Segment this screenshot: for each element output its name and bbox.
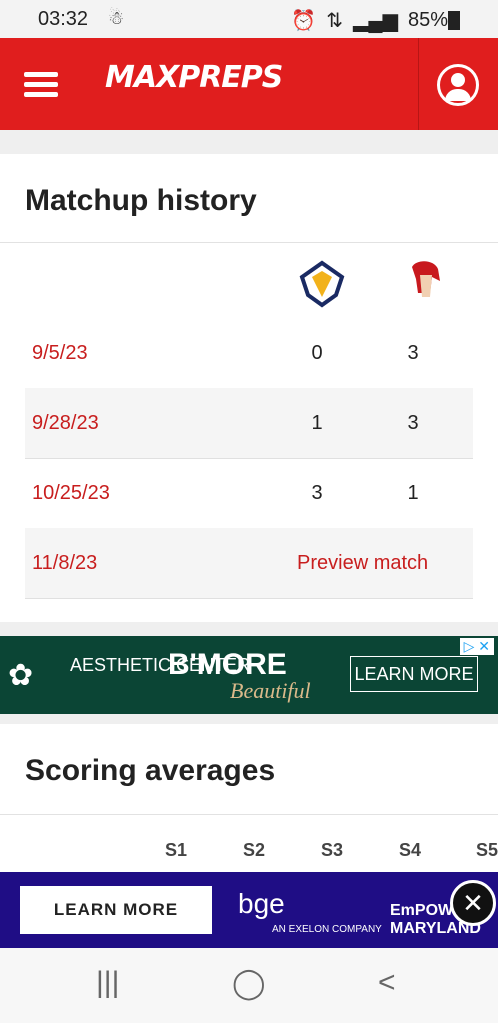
top-header: MAXPREPS (0, 38, 498, 130)
bge-logo: bge (238, 888, 285, 919)
scoring-title: Scoring averages (25, 754, 276, 787)
matchup-title: Matchup history (25, 184, 257, 217)
team2-score: 3 (407, 342, 419, 364)
eagle-logo-icon (299, 260, 345, 308)
column-header: S1 (165, 840, 188, 860)
status-time: 03:32 (38, 8, 89, 30)
trojan-logo-icon (412, 261, 440, 297)
matchup-history-card: Matchup history 9/5/23 0 3 9/28/23 1 3 1… (0, 154, 498, 622)
notification-icon: ☃ (108, 8, 125, 28)
table-row[interactable]: 9/5/23 0 3 (25, 318, 473, 389)
status-bar: 03:32 ☃ ⏰ ⇅ ▂▄▆ 85% (0, 0, 498, 38)
scoring-averages-card: Scoring averages S1 S2 S3 S4 S5 (0, 724, 498, 872)
ad-beautiful-text: Beautiful (230, 678, 311, 703)
match-date-link[interactable]: 11/8/23 (32, 552, 97, 575)
table-row[interactable]: 9/28/23 1 3 (25, 388, 473, 459)
menu-icon[interactable] (24, 72, 58, 98)
column-header: S2 (243, 840, 266, 860)
preview-match-link[interactable]: Preview match (297, 552, 428, 575)
battery-text: 85% (407, 9, 448, 31)
column-header: S5 (476, 840, 498, 860)
account-icon[interactable] (437, 64, 479, 106)
maxpreps-logo[interactable]: MAXPREPS (105, 60, 283, 95)
team1-score: 1 (311, 412, 323, 434)
alarm-icon: ⏰ (291, 10, 317, 32)
back-icon[interactable]: < (378, 966, 396, 1000)
android-nav-bar: ||| ◯ < (0, 948, 498, 1023)
match-date-link[interactable]: 10/25/23 (32, 482, 110, 505)
signal-icon: ▂▄▆ (353, 10, 398, 32)
divider (0, 814, 498, 815)
recents-icon[interactable]: ||| (96, 966, 119, 1000)
data-icon: ⇅ (326, 10, 344, 32)
header-divider (418, 38, 419, 130)
team1-score: 0 (311, 342, 323, 364)
close-icon[interactable]: ✕ (450, 880, 496, 926)
team2-score: 1 (407, 482, 419, 504)
home-icon[interactable]: ◯ (232, 966, 266, 1001)
ad-learn-more-button[interactable]: LEARN MORE (350, 656, 478, 692)
status-icons: ⏰ ⇅ ▂▄▆ 85% (291, 8, 448, 33)
lotus-icon: ✿ (8, 659, 34, 692)
match-date-link[interactable]: 9/28/23 (32, 412, 99, 435)
aesthetic-center-ad[interactable]: ✿ AESTHETIC CENTER B'MORE Beautiful LEAR… (0, 636, 498, 714)
divider (0, 242, 498, 243)
ad-bmore-text: B'MORE (168, 648, 287, 681)
match-date-link[interactable]: 9/5/23 (32, 342, 88, 365)
column-header: S3 (321, 840, 344, 860)
adchoices-icon[interactable]: ▷ ✕ (459, 638, 494, 655)
exelon-text: AN EXELON COMPANY (272, 924, 382, 935)
team2-score: 3 (407, 412, 419, 434)
table-row[interactable]: 11/8/23 Preview match (25, 528, 473, 599)
column-header: S4 (399, 840, 422, 860)
ad-learn-more-button[interactable]: LEARN MORE (20, 886, 212, 934)
team1-score: 3 (311, 482, 323, 504)
battery-icon (448, 11, 460, 30)
table-row[interactable]: 10/25/23 3 1 (25, 458, 473, 529)
bge-ad[interactable]: LEARN MORE bge AN EXELON COMPANY EmPOWER… (0, 872, 498, 948)
